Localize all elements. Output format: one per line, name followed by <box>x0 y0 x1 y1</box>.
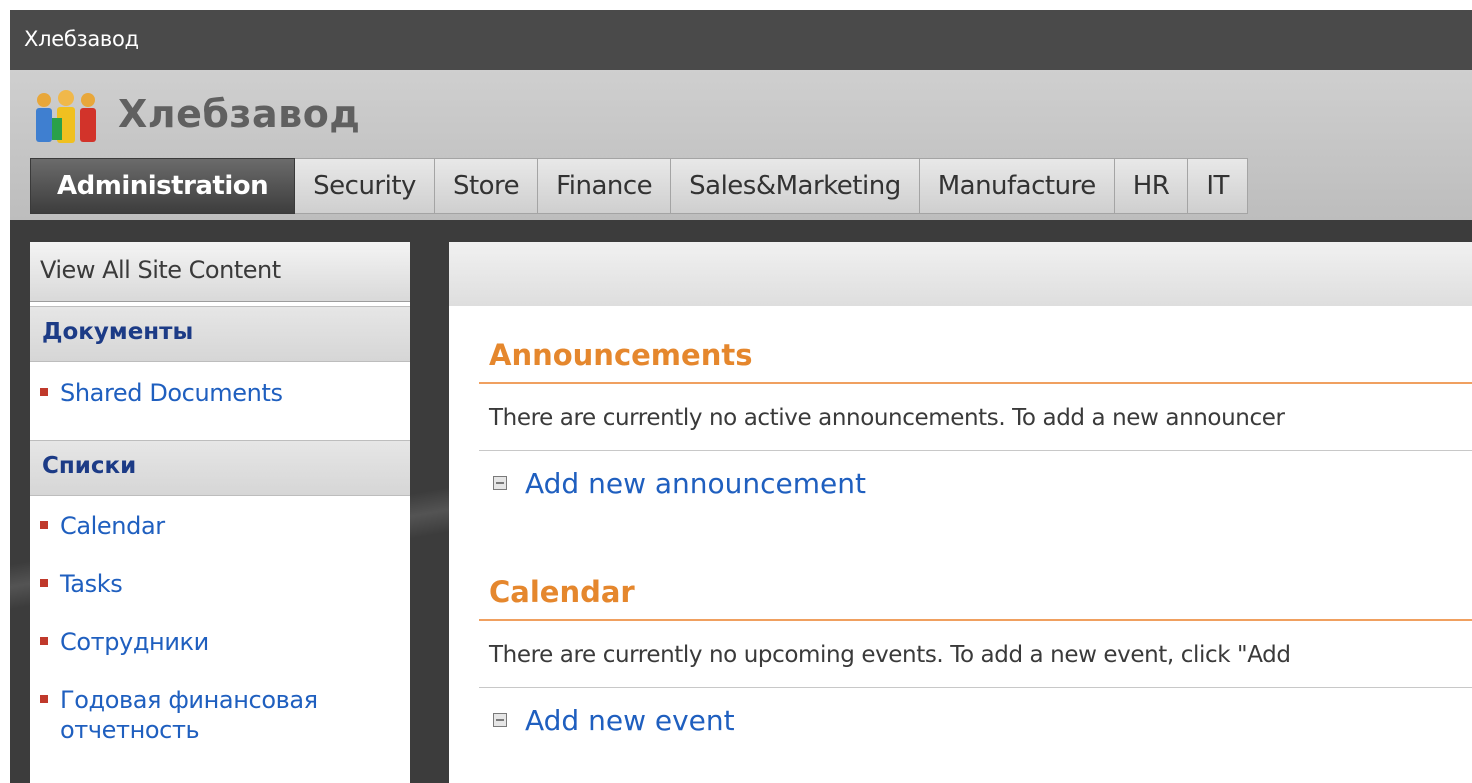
title-bar: Хлебзавод <box>10 10 1472 70</box>
nav-item-shared-documents[interactable]: Shared Documents <box>40 378 283 408</box>
bullet-icon <box>40 521 48 529</box>
add-item-icon <box>493 476 507 490</box>
calendar-rule <box>479 619 1472 621</box>
calendar-title[interactable]: Calendar <box>489 575 635 609</box>
bullet-icon <box>40 388 48 396</box>
add-link-label: Add new event <box>525 704 735 737</box>
top-nav-tabs: Administration Security Store Finance Sa… <box>30 158 1248 216</box>
nav-heading-lists[interactable]: Списки <box>30 440 410 496</box>
add-new-event-link[interactable]: Add new event <box>493 704 735 737</box>
view-all-label: View All Site Content <box>40 256 281 284</box>
add-new-announcement-link[interactable]: Add new announcement <box>493 467 866 500</box>
site-header: Хлебзавод Administration Security Store … <box>10 70 1472 220</box>
announcements-title[interactable]: Announcements <box>489 338 752 372</box>
nav-item-label: Сотрудники <box>60 628 209 656</box>
people-logo-icon <box>36 90 96 143</box>
nav-heading-label: Списки <box>42 453 137 479</box>
announcements-rule <box>479 382 1472 384</box>
tab-manufacture[interactable]: Manufacture <box>919 158 1115 214</box>
nav-item-label: Годовая финансовая отчетность <box>60 686 318 744</box>
tab-it[interactable]: IT <box>1188 158 1248 214</box>
nav-heading-label: Документы <box>42 319 194 345</box>
nav-item-annual-financial-report[interactable]: Годовая финансовая отчетность <box>40 685 380 745</box>
tab-sales-marketing[interactable]: Sales&Marketing <box>671 158 920 214</box>
bullet-icon <box>40 579 48 587</box>
bullet-icon <box>40 695 48 703</box>
tab-hr[interactable]: HR <box>1114 158 1189 214</box>
calendar-empty-text: There are currently no upcoming events. … <box>489 642 1291 668</box>
nav-item-label: Shared Documents <box>60 379 283 407</box>
window-title: Хлебзавод <box>24 27 139 51</box>
browser-frame: Хлебзавод Хлебзавод Administration Secur… <box>10 10 1472 783</box>
view-all-site-content-button[interactable]: View All Site Content <box>30 242 410 302</box>
nav-item-label: Tasks <box>60 570 123 598</box>
nav-item-label: Calendar <box>60 512 165 540</box>
nav-item-employees[interactable]: Сотрудники <box>40 627 209 657</box>
announcements-divider <box>479 450 1472 451</box>
announcements-empty-text: There are currently no active announceme… <box>489 405 1285 431</box>
nav-heading-documents[interactable]: Документы <box>30 306 410 362</box>
site-title[interactable]: Хлебзавод <box>118 92 361 136</box>
tab-store[interactable]: Store <box>434 158 539 214</box>
tab-administration[interactable]: Administration <box>30 158 296 214</box>
quick-launch: View All Site Content Документы Shared D… <box>30 242 410 783</box>
nav-item-tasks[interactable]: Tasks <box>40 569 123 599</box>
add-link-label: Add new announcement <box>525 467 867 500</box>
page-header-strip <box>449 242 1472 306</box>
calendar-divider <box>479 687 1472 688</box>
main-content: Announcements There are currently no act… <box>449 242 1472 783</box>
tab-security[interactable]: Security <box>295 158 435 214</box>
bullet-icon <box>40 637 48 645</box>
add-item-icon <box>493 713 507 727</box>
nav-item-calendar[interactable]: Calendar <box>40 511 165 541</box>
tab-finance[interactable]: Finance <box>538 158 672 214</box>
